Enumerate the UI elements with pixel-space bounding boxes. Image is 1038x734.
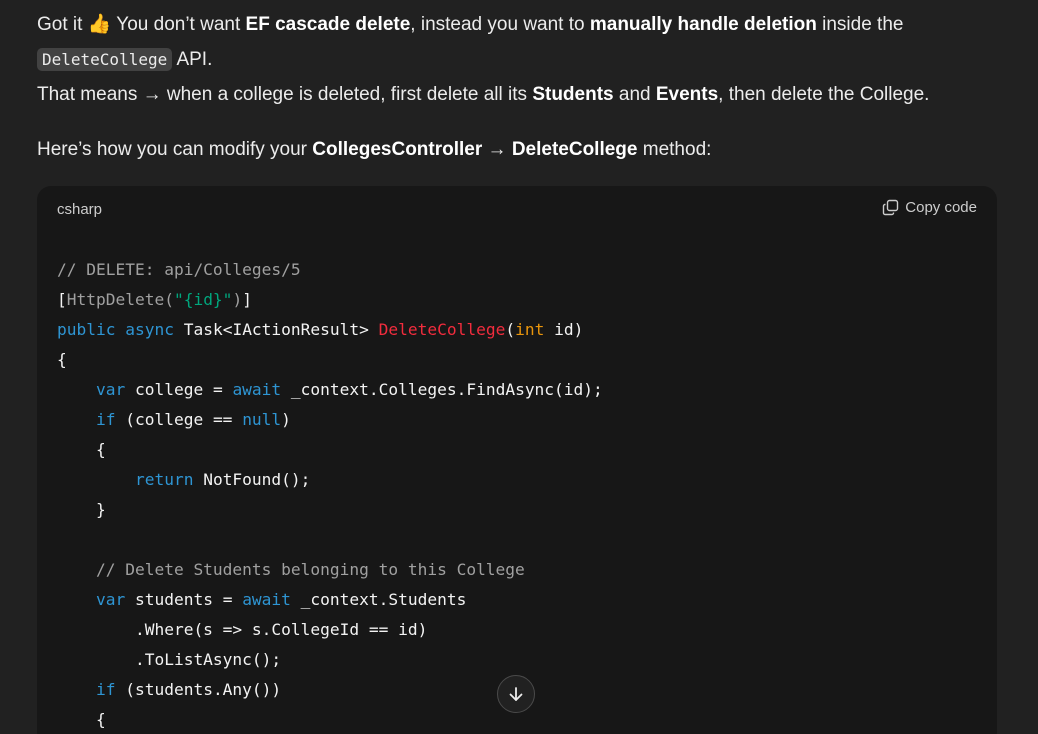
code-token: HttpDelete( [66, 290, 174, 309]
code-token: college = [125, 380, 233, 399]
message-paragraph-2: That means → when a college is deleted, … [37, 82, 929, 108]
code-token: int [515, 320, 545, 339]
bold-text: EF cascade delete [245, 14, 411, 35]
code-token: ] [242, 290, 252, 309]
code-line: .Where(s => s.CollegeId == id) [57, 615, 603, 645]
code-token: null [242, 410, 282, 429]
code-token: // DELETE: api/Colleges/5 [57, 260, 301, 279]
code-line: return NotFound(); [57, 465, 603, 495]
text-segment: That means → when a college is deleted, … [37, 84, 533, 105]
code-token: ( [505, 320, 516, 339]
code-line: if (college == null) [57, 405, 603, 435]
code-token: .Where(s => s.CollegeId == id) [57, 620, 428, 639]
text-segment: , instead you want to [410, 14, 590, 35]
bold-text: manually handle deletion [589, 14, 817, 35]
code-token: ) [281, 410, 291, 429]
code-token: var [95, 590, 126, 609]
code-token: { [57, 710, 106, 729]
copy-code-label: Copy code [905, 199, 977, 216]
code-token: return [134, 470, 194, 489]
code-line: // Delete Students belonging to this Col… [57, 555, 603, 585]
code-line: { [57, 435, 603, 465]
code-token: public [57, 320, 116, 339]
thumbs-up-emoji: 👍 [87, 14, 112, 35]
code-token: _context.Students [290, 590, 467, 609]
code-token: "{id}" [173, 290, 233, 309]
text-segment: Got it [37, 14, 88, 35]
code-token: [ [57, 290, 67, 309]
code-token: // Delete Students belonging to this Col… [95, 560, 525, 579]
code-token: .ToListAsync(); [57, 650, 282, 669]
text-segment: API. [172, 49, 213, 70]
code-token: { [57, 350, 67, 369]
code-line: var college = await _context.Colleges.Fi… [57, 375, 603, 405]
text-segment: You don’t want [111, 14, 246, 35]
copy-code-button[interactable]: Copy code [882, 199, 977, 216]
bold-text: Students [532, 84, 614, 105]
code-token: ) [232, 290, 243, 309]
message-paragraph-1: Got it 👍 You don’t want EF cascade delet… [37, 12, 903, 38]
code-block-header: csharp Copy code [37, 186, 997, 232]
code-token: await [242, 590, 291, 609]
code-token: NotFound(); [193, 470, 311, 489]
code-line: public async Task<IActionResult> DeleteC… [57, 315, 603, 345]
message-paragraph-1-cont: DeleteCollege API. [37, 47, 212, 73]
code-line: } [57, 495, 603, 525]
text-segment: and [613, 84, 656, 105]
code-line: [HttpDelete("{id}")] [57, 285, 603, 315]
code-token: await [232, 380, 282, 399]
bold-text: DeleteCollege [511, 139, 638, 160]
copy-icon [883, 199, 899, 216]
inline-code: DeleteCollege [37, 48, 173, 71]
code-token: Task<IActionResult> [173, 320, 379, 339]
code-token: async [125, 320, 174, 339]
code-line: // DELETE: api/Colleges/5 [57, 255, 603, 285]
code-token: students = [125, 590, 243, 609]
code-token: if [95, 680, 116, 699]
text-segment: inside the [816, 14, 904, 35]
code-token: { [57, 440, 106, 459]
text-segment: , then delete the College. [718, 84, 930, 105]
code-line: { [57, 345, 603, 375]
scroll-to-bottom-button[interactable] [497, 675, 535, 713]
text-segment: method: [637, 139, 712, 160]
message-paragraph-3: Here’s how you can modify your CollegesC… [37, 137, 711, 163]
text-segment: Here’s how you can modify your [37, 139, 313, 160]
code-token: DeleteCollege [378, 320, 506, 339]
arrow-down-icon [509, 687, 523, 701]
code-token: (college == [115, 410, 243, 429]
text-segment: → [482, 139, 512, 160]
code-body[interactable]: // DELETE: api/Colleges/5 [HttpDelete("{i… [57, 255, 603, 734]
code-token: (students.Any()) [115, 680, 282, 699]
code-language-label: csharp [57, 201, 103, 218]
code-token: var [95, 380, 126, 399]
code-token: id) [544, 320, 584, 339]
code-line: var students = await _context.Students [57, 585, 603, 615]
code-token: if [95, 410, 116, 429]
code-token: _context.Colleges.FindAsync(id); [281, 380, 603, 399]
code-block: csharp Copy code // DELETE: api/Colleges… [37, 186, 997, 734]
bold-text: Events [655, 84, 719, 105]
code-token: } [57, 500, 106, 519]
code-line: .ToListAsync(); [57, 645, 603, 675]
bold-text: CollegesController [312, 139, 483, 160]
